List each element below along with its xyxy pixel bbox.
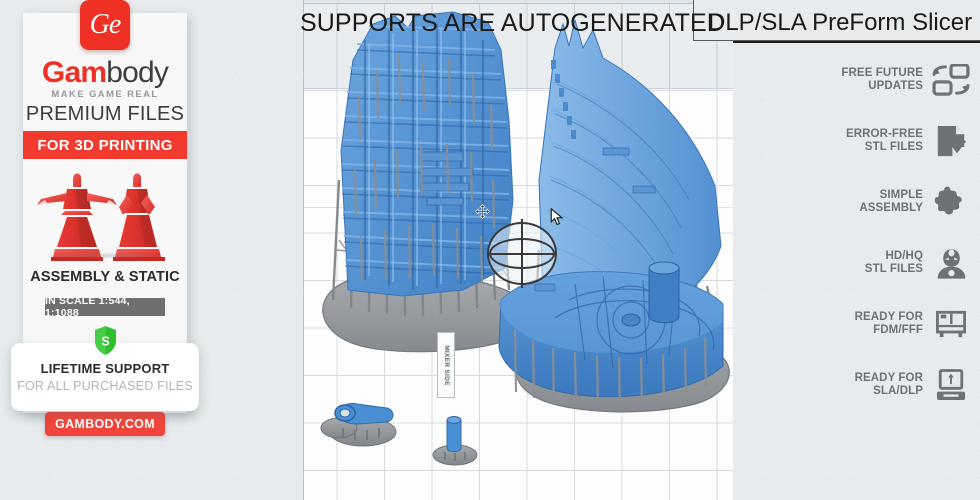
feature-label: SIMPLE ASSEMBLY [859,188,923,215]
supports-caption: SUPPORTS ARE AUTOGENERATED [300,9,725,37]
move-tool-icon[interactable] [475,204,490,219]
feature-simple-assembly: SIMPLE ASSEMBLY [820,180,980,224]
brand-body: body [106,56,169,89]
feature-ready-sla: READY FOR SLA/DLP [820,363,980,407]
refresh-squares-icon [932,61,970,99]
rotation-sphere-gizmo[interactable] [487,219,557,288]
mouse-cursor-icon [550,208,564,226]
figurine-assembly [37,173,117,261]
brand-wordmark: Gambody [23,56,187,90]
for-3d-printing-banner: FOR 3D PRINTING [23,131,187,159]
shield-icon: S [94,326,117,355]
feature-error-free-stl: ERROR-FREE STL FILES [820,119,980,163]
brand-gam: Gam [41,56,107,89]
lifetime-support-title: LIFETIME SUPPORT [40,361,170,376]
small-part-lug [320,403,397,447]
brand-tagline: MAKE GAME REAL [51,89,159,100]
svg-text:S: S [101,334,109,348]
gambody-logo-badge: Ge [80,0,130,50]
figurines-svg [37,173,165,261]
feature-free-future-updates: FREE FUTURE UPDATES [820,58,980,102]
feature-list: FREE FUTUREUPDATES ERROR-FREESTL FILES [820,58,980,424]
scale-chip-text: IN SCALE 1:544, 1:1088 [45,295,130,319]
figurine-static [113,173,165,261]
slicer-caption-underline [733,41,980,43]
feature-label: HD/HQ STL FILES [864,249,923,276]
gizmo-ring-equator [489,238,555,269]
fdm-printer-icon [932,305,970,343]
scale-chip: IN SCALE 1:544, 1:1088 [45,295,165,319]
gambody-website-text: GAMBODY.COM [55,417,155,431]
ironman-bust-icon [932,244,970,282]
feature-label: READY FOR FDM/FFF [854,310,923,337]
feature-label: ERROR-FREE STL FILES [845,127,923,154]
gambody-logo-text: Ge [89,9,122,40]
feature-hd-hq-stl: HD/HQ STL FILES [820,241,980,285]
small-part-pin [432,416,478,466]
model-part-cylinder [648,261,680,324]
figurines-illustration [23,165,187,265]
figurines-shadow [41,252,169,259]
gambody-website-button[interactable]: GAMBODY.COM [45,412,165,436]
sla-printer-icon [932,366,970,404]
feature-label: FREE FUTURE UPDATES [841,66,923,93]
build-plate-side-label: MIXER SIDE [437,332,455,398]
for-3d-printing-text: FOR 3D PRINTING [37,136,173,154]
lifetime-support-subtitle: FOR ALL PURCHASED FILES [17,379,193,393]
premium-files-label: PREMIUM FILES [25,103,185,125]
assembly-static-label: ASSEMBLY & STATIC [30,269,180,285]
promo-card: Ge Gambody MAKE GAME REAL PREMIUM FILES … [11,0,199,436]
slicer-promo-screenshot: MIXER SIDE SUPPORTS ARE AUTOGENERATED DL… [0,0,980,500]
document-check-icon [932,122,970,160]
slicer-caption: DLP/SLA PreForm Slicer [708,9,973,36]
feature-label: READY FOR SLA/DLP [854,371,923,398]
feature-ready-fdm: READY FOR FDM/FFF [820,302,980,346]
puzzle-piece-icon [932,183,970,221]
